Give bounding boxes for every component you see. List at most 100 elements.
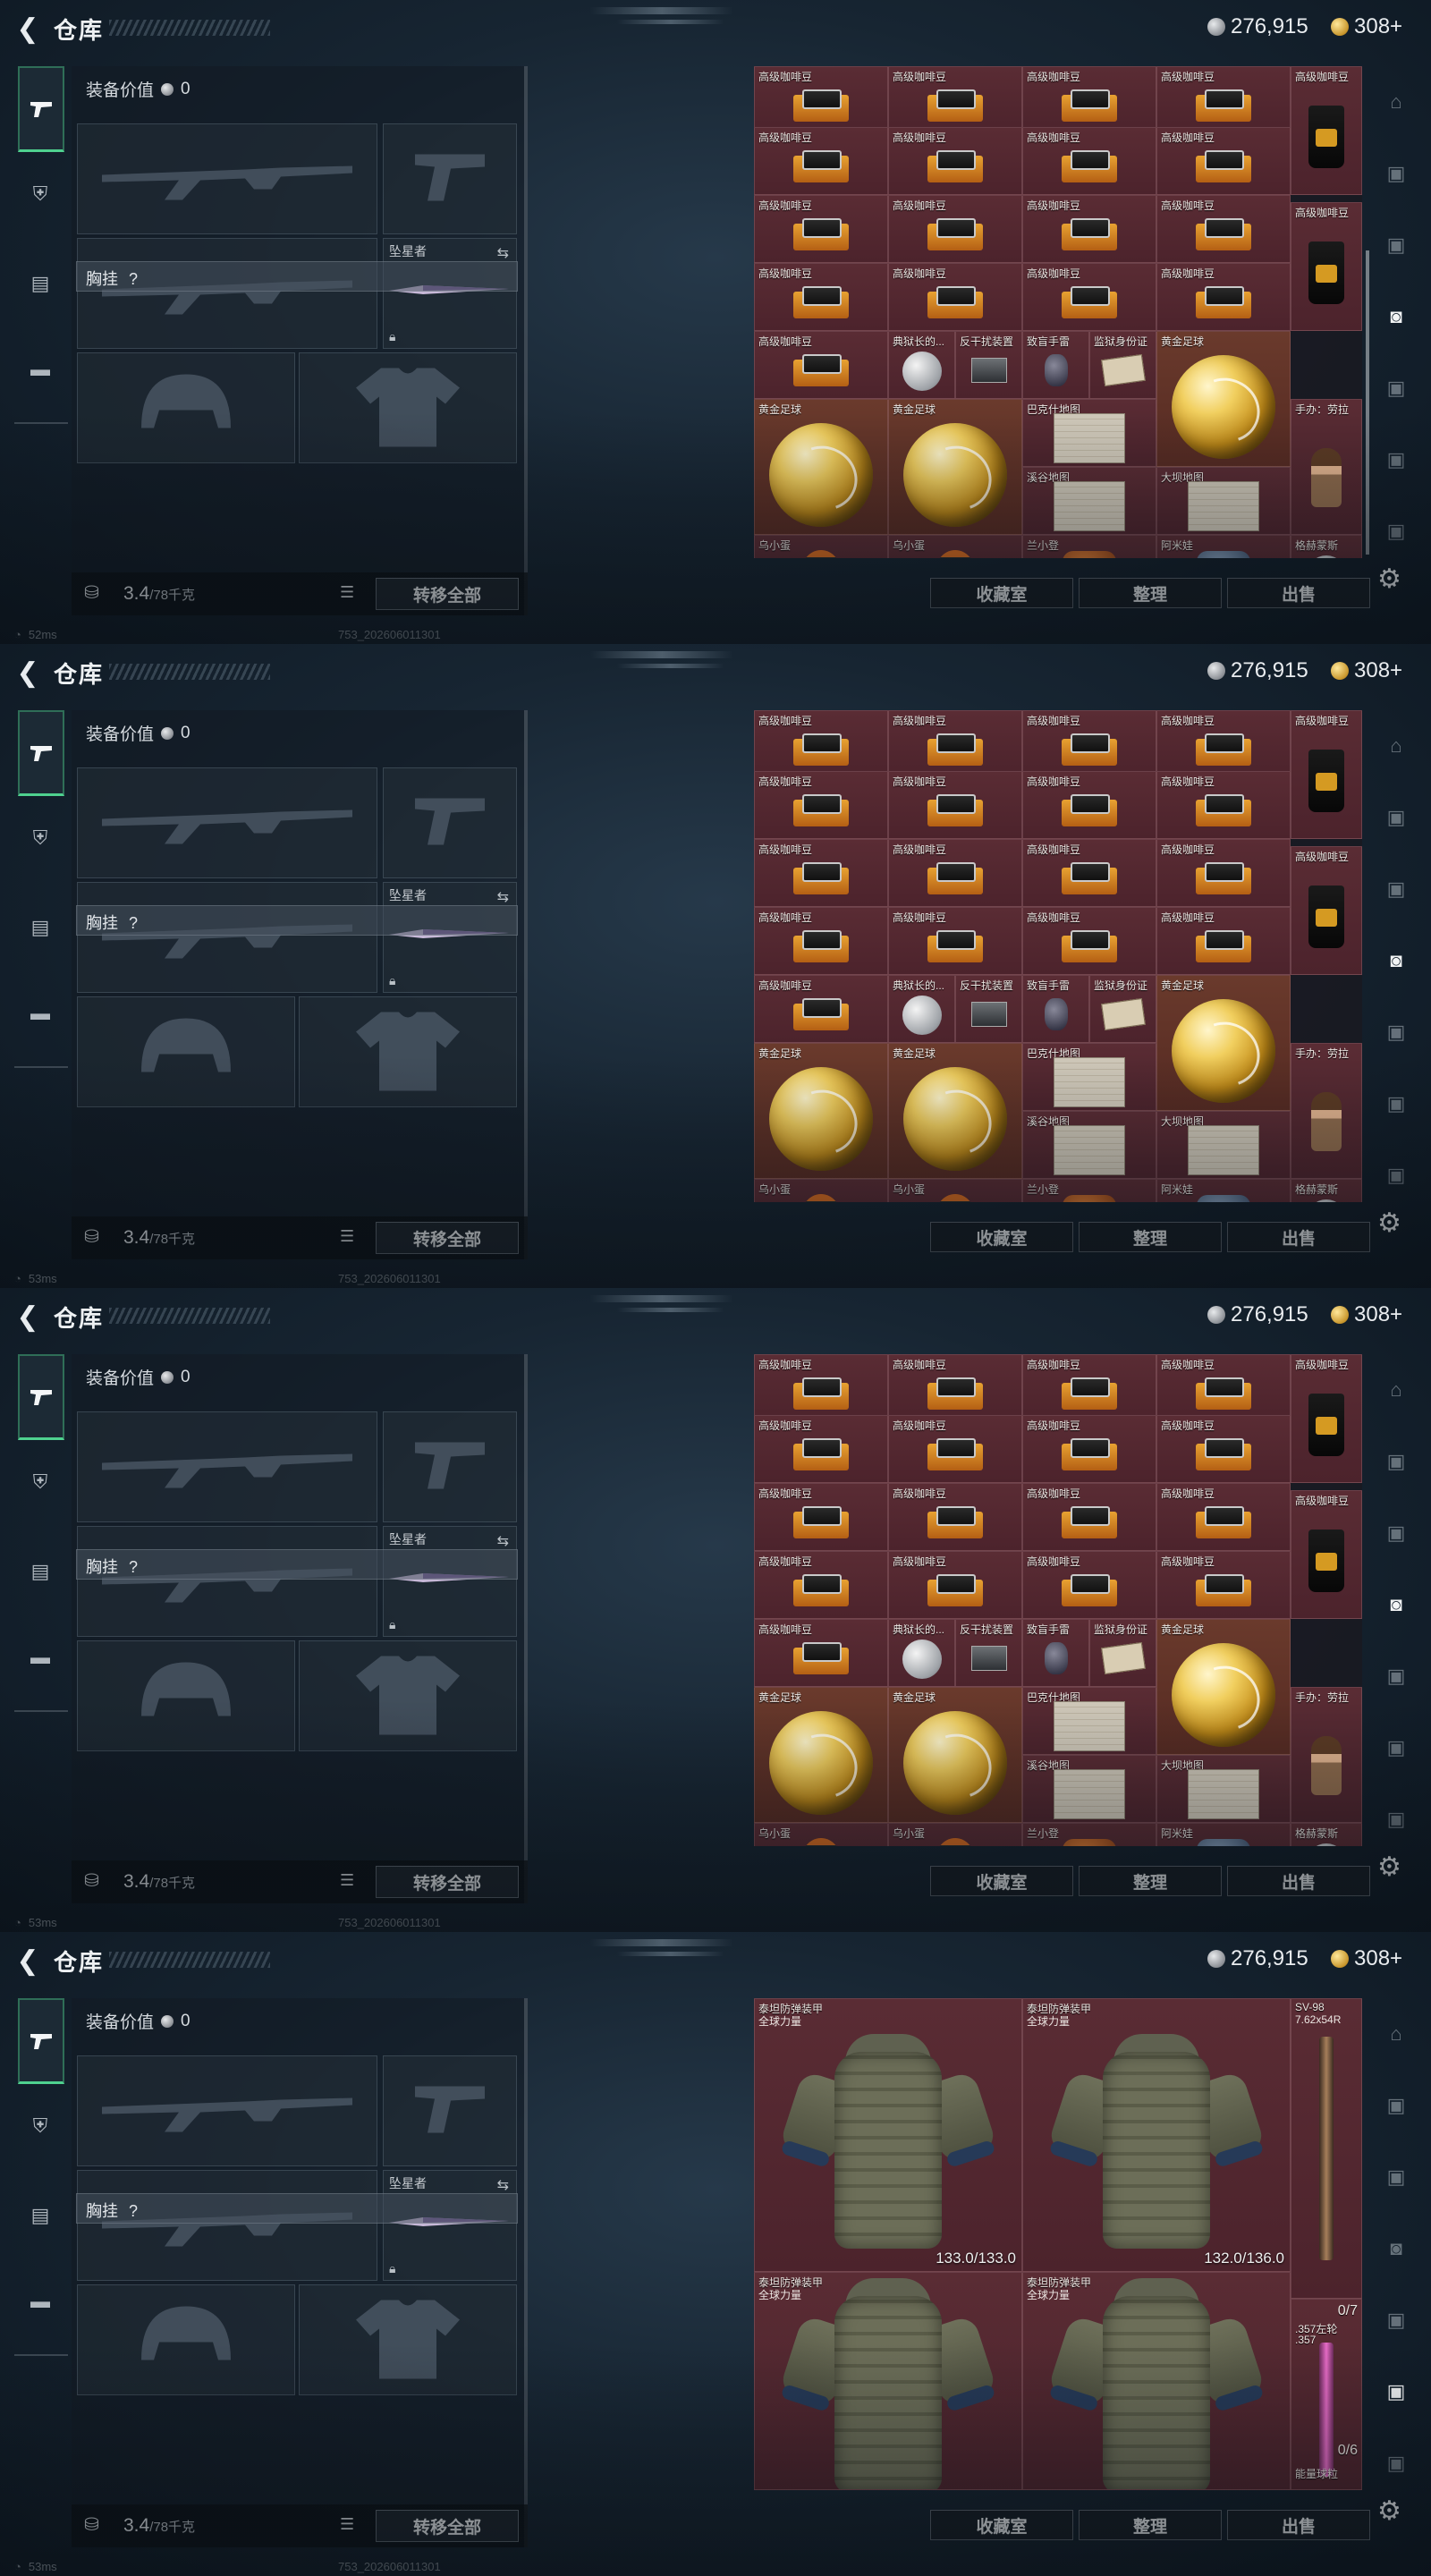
stash-tab-7[interactable]: ▣ — [1376, 513, 1417, 549]
tab-weapons[interactable] — [18, 710, 64, 796]
gold-currency[interactable]: 308+ — [1331, 1302, 1402, 1327]
slot-body-armor[interactable] — [299, 352, 517, 463]
stash-tab-1[interactable]: ⌂ — [1376, 728, 1417, 764]
stash-item-coffee[interactable]: 高级咖啡豆 — [888, 1483, 1022, 1551]
stash-item-coffee[interactable]: 高级咖啡豆 — [1156, 907, 1291, 975]
stash-tab-6[interactable]: ▣ — [1376, 1086, 1417, 1122]
stash-item-coffee[interactable]: 高级咖啡豆 — [754, 127, 888, 195]
stash-item-ball[interactable]: 黄金足球 — [888, 1043, 1022, 1179]
stash-item-coffee[interactable]: 高级咖啡豆 — [1156, 127, 1291, 195]
stash-item-coffee[interactable]: 高级咖啡豆 — [888, 839, 1022, 907]
gold-currency[interactable]: 308+ — [1331, 14, 1402, 39]
stash-item-map[interactable]: 大坝地图 — [1156, 467, 1291, 535]
stash-item-grenade[interactable]: 致盲手雷 — [1022, 975, 1089, 1043]
stash-tab-3[interactable]: ▣ — [1376, 227, 1417, 263]
stash-item-coffee[interactable]: 高级咖啡豆 — [754, 839, 888, 907]
stash-item-armor[interactable]: 泰坦防弹装甲 全球力量 — [1022, 2272, 1291, 2490]
stash-tab-7[interactable]: ▣ — [1376, 2445, 1417, 2481]
stash-scrollbar[interactable] — [1366, 250, 1369, 555]
tab-weapons[interactable] — [18, 1354, 64, 1440]
stash-item-coffee[interactable]: 高级咖啡豆 — [1156, 771, 1291, 839]
slot-melee[interactable]: 坠星者 ⇆ 🔒︎ — [383, 882, 517, 993]
stash-item-map[interactable]: 溪谷地图 — [1022, 1755, 1156, 1823]
gear-icon[interactable]: ⚙ — [1377, 564, 1401, 595]
stash-item-coffee[interactable]: 高级咖啡豆 — [888, 263, 1022, 331]
stash-item-coffee[interactable]: 高级咖啡豆 — [1022, 1415, 1156, 1483]
stash-item-coffee[interactable]: 高级咖啡豆 — [754, 1551, 888, 1619]
stash-item-coffee[interactable]: 高级咖啡豆 — [1156, 1415, 1291, 1483]
collection-room-button[interactable]: 收藏室 — [930, 1222, 1073, 1252]
chest-rig-help[interactable]: ? — [129, 914, 138, 932]
stash-item-coffee[interactable]: 高级咖啡豆 — [754, 975, 888, 1043]
stash-item-grenade[interactable]: 致盲手雷 — [1022, 1619, 1089, 1687]
stash-item-coffee[interactable]: 高级咖啡豆 — [888, 66, 1022, 134]
chest-rig-help[interactable]: ? — [129, 1558, 138, 1576]
stash-tab-3[interactable]: ▣ — [1376, 871, 1417, 907]
stash-item-blackbag[interactable]: 高级咖啡豆 — [1291, 1490, 1362, 1619]
transfer-all-button[interactable]: 转移全部 — [376, 1222, 519, 1254]
stash-tab-2[interactable]: ▣ — [1376, 2088, 1417, 2123]
stash-tab-2[interactable]: ▣ — [1376, 156, 1417, 191]
stash-item-ball[interactable]: 黄金足球 — [754, 1043, 888, 1179]
stash-item-coin[interactable]: 典狱长的... — [888, 1619, 955, 1687]
slot-pistol[interactable] — [383, 767, 517, 878]
stash-item-coffee[interactable]: 高级咖啡豆 — [754, 66, 888, 134]
transfer-all-button[interactable]: 转移全部 — [376, 578, 519, 610]
stash-item-egg[interactable]: 乌小蛋 — [754, 535, 888, 558]
stash-tab-4[interactable]: ◙ — [1376, 2231, 1417, 2267]
stash-item-coffee[interactable]: 高级咖啡豆 — [888, 195, 1022, 263]
stash-tab-4[interactable]: ◙ — [1376, 1587, 1417, 1623]
stash-item-map[interactable]: 溪谷地图 — [1022, 467, 1156, 535]
slot-body-armor[interactable] — [299, 2284, 517, 2395]
stash-tab-6[interactable]: ▣ — [1376, 1730, 1417, 1766]
stash-item-egg[interactable]: 乌小蛋 — [888, 1823, 1022, 1846]
stash-item-blackbag[interactable]: 高级咖啡豆 — [1291, 710, 1362, 839]
stash-item-coffee[interactable]: 高级咖啡豆 — [1022, 839, 1156, 907]
stash-tab-7[interactable]: ▣ — [1376, 1157, 1417, 1193]
stash-item-coffee[interactable]: 高级咖啡豆 — [1022, 195, 1156, 263]
slot-pistol[interactable] — [383, 1411, 517, 1522]
stash-item-coffee[interactable]: 高级咖啡豆 — [754, 710, 888, 778]
stash-tab-1[interactable]: ⌂ — [1376, 2016, 1417, 2052]
stash-item-ball[interactable]: 黄金足球 — [1156, 975, 1291, 1111]
slot-primary-weapon[interactable] — [77, 767, 377, 878]
slot-melee[interactable]: 坠星者 ⇆ 🔒︎ — [383, 1526, 517, 1637]
chest-rig-slot[interactable]: 胸挂? — [76, 1549, 518, 1580]
slot-pistol[interactable] — [383, 2055, 517, 2166]
collection-room-button[interactable]: 收藏室 — [930, 578, 1073, 608]
stash-item-coffee[interactable]: 高级咖啡豆 — [1156, 195, 1291, 263]
collection-room-button[interactable]: 收藏室 — [930, 1866, 1073, 1896]
stash-item-coin[interactable]: 典狱长的... — [888, 331, 955, 399]
stash-item-coffee[interactable]: 高级咖啡豆 — [1022, 263, 1156, 331]
tab-weapons[interactable] — [18, 66, 64, 152]
stash-item-coffee[interactable]: 高级咖啡豆 — [1156, 710, 1291, 778]
stash-tab-7[interactable]: ▣ — [1376, 1801, 1417, 1837]
stash-tab-4[interactable]: ◙ — [1376, 299, 1417, 335]
stash-item-box[interactable]: 反干扰装置 — [955, 1619, 1022, 1687]
stash-item-egg[interactable]: 乌小蛋 — [754, 1823, 888, 1846]
sort-button[interactable]: 整理 — [1079, 578, 1222, 608]
swap-icon[interactable]: ⇆ — [497, 2176, 509, 2194]
stash-tab-4[interactable]: ◙ — [1376, 943, 1417, 979]
stash-item-map[interactable]: 大坝地图 — [1156, 1755, 1291, 1823]
stash-item-coffee[interactable]: 高级咖啡豆 — [754, 1483, 888, 1551]
stash-item-coffee[interactable]: 高级咖啡豆 — [1156, 1483, 1291, 1551]
stash-item-figure[interactable]: 手办：劳拉 — [1291, 399, 1362, 535]
stash-item-ball[interactable]: 黄金足球 — [888, 1687, 1022, 1823]
stash-item-coffee[interactable]: 高级咖啡豆 — [1022, 1354, 1156, 1422]
stash-tab-1[interactable]: ⌂ — [1376, 84, 1417, 120]
gold-currency[interactable]: 308+ — [1331, 658, 1402, 683]
stash-item-toy[interactable]: 兰小登 — [1022, 535, 1156, 558]
stash-item-box[interactable]: 反干扰装置 — [955, 331, 1022, 399]
stash-item-ball[interactable]: 黄金足球 — [1156, 331, 1291, 467]
stash-item-coffee[interactable]: 高级咖啡豆 — [754, 263, 888, 331]
stash-item-coffee[interactable]: 高级咖啡豆 — [888, 127, 1022, 195]
stash-item-idcard[interactable]: 监狱身份证 — [1089, 331, 1156, 399]
slot-helmet[interactable] — [77, 2284, 295, 2395]
tab-armor[interactable]: ⛨ — [20, 1462, 61, 1503]
slot-body-armor[interactable] — [299, 996, 517, 1107]
sell-button[interactable]: 出售 — [1227, 578, 1370, 608]
chest-rig-slot[interactable]: 胸挂? — [76, 261, 518, 292]
stash-item-idcard[interactable]: 监狱身份证 — [1089, 1619, 1156, 1687]
stash-item-coin[interactable]: 格赫蒙斯 — [1291, 1179, 1362, 1202]
